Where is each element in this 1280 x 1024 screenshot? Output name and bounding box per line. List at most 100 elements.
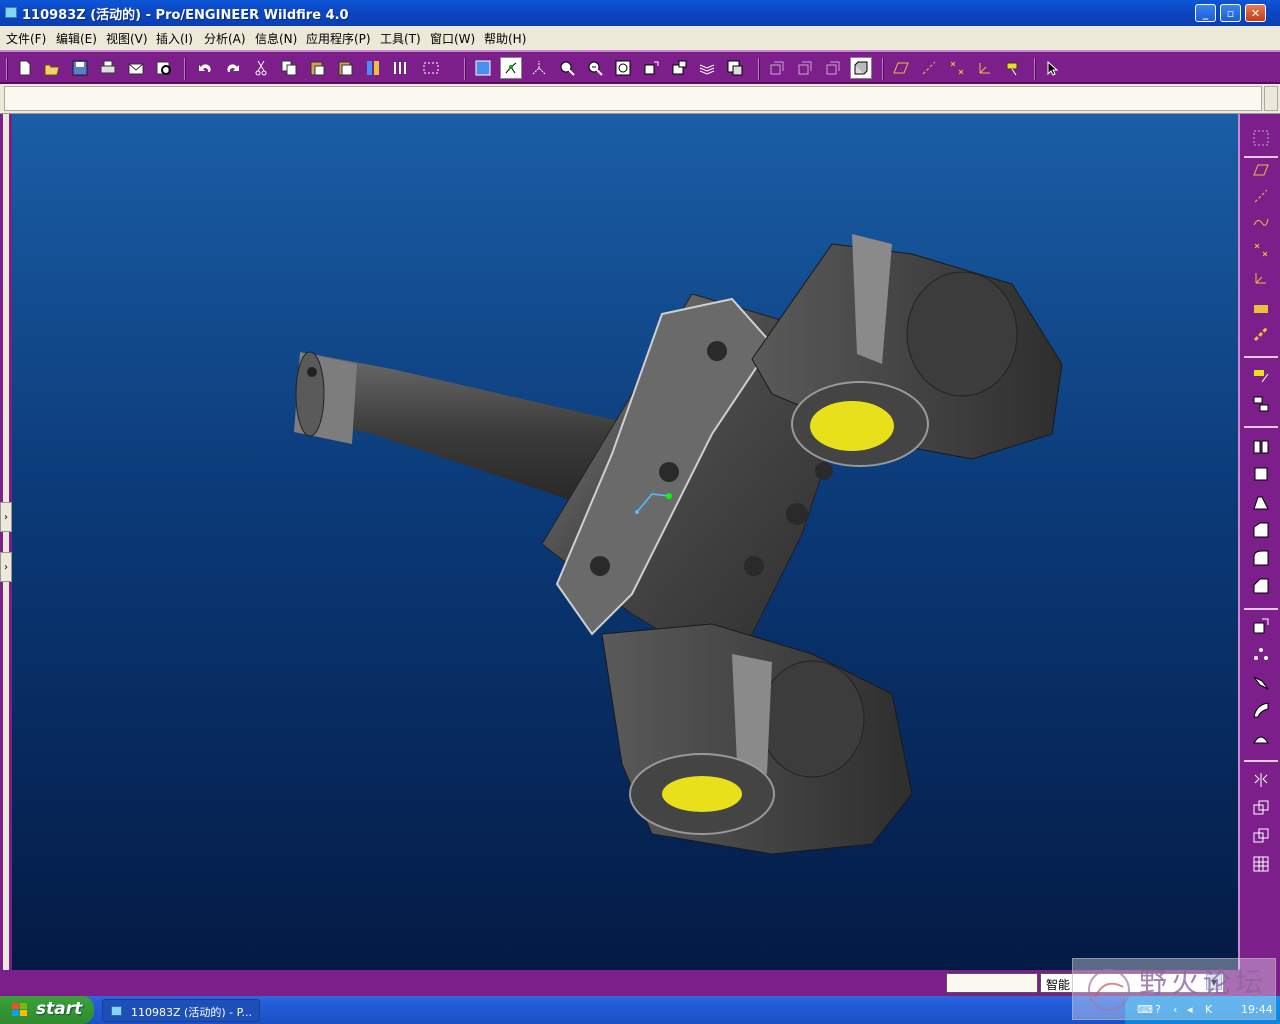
cut-icon[interactable] <box>250 57 272 79</box>
mirror-icon[interactable] <box>1248 392 1274 416</box>
manager-icon[interactable] <box>390 57 412 79</box>
select-box-icon[interactable] <box>420 57 442 79</box>
reorient-icon[interactable] <box>640 57 662 79</box>
close-button[interactable]: ✕ <box>1245 4 1266 22</box>
trim-icon[interactable] <box>1248 824 1274 848</box>
toolbar-separator <box>1244 356 1278 358</box>
datum-points-icon[interactable] <box>946 57 968 79</box>
draft-icon[interactable] <box>1248 670 1274 694</box>
merge-icon[interactable] <box>1248 796 1274 820</box>
expand-navigator-icon[interactable]: › <box>0 502 12 532</box>
toolbar-separator <box>184 58 186 80</box>
insert-feature-icon[interactable] <box>1248 322 1274 346</box>
wireframe-icon[interactable] <box>766 57 788 79</box>
print-icon[interactable] <box>97 57 119 79</box>
thicken-icon[interactable] <box>1248 852 1274 876</box>
variable-sweep-icon[interactable] <box>1248 490 1274 514</box>
datum-axes-icon[interactable] <box>918 57 940 79</box>
menu-bar: 文件(F) 编辑(E) 视图(V) 插入(I) 分析(A) 信息(N) 应用程序… <box>0 26 1280 50</box>
blend-icon[interactable] <box>1248 518 1274 542</box>
message-area <box>0 84 1280 114</box>
orient-icon[interactable] <box>528 57 550 79</box>
hidden-line-icon[interactable] <box>794 57 816 79</box>
watermark-text: 野火论坛 <box>1139 966 1268 999</box>
menu-file[interactable]: 文件(F) <box>6 30 46 47</box>
paste-special-icon[interactable] <box>334 57 356 79</box>
message-log[interactable] <box>4 86 1262 111</box>
maximize-button[interactable]: ▫ <box>1220 4 1241 22</box>
forum-watermark: 野火论坛 <box>1072 958 1276 1020</box>
window-title: 110983Z (活动的) - Pro/ENGINEER Wildfire 4.… <box>22 8 349 23</box>
title-bar: 110983Z (活动的) - Pro/ENGINEER Wildfire 4.… <box>0 0 1280 26</box>
datum-planes-icon[interactable] <box>890 57 912 79</box>
selection-filter-value: 智能 <box>1046 978 1071 992</box>
datum-csys-icon[interactable] <box>1248 266 1274 290</box>
context-help-icon[interactable] <box>1042 57 1064 79</box>
menu-applications[interactable]: 应用程序(P) <box>306 30 371 47</box>
start-button[interactable]: start <box>0 996 94 1024</box>
open-icon[interactable] <box>41 57 63 79</box>
main-toolbar <box>0 50 1280 84</box>
navigator-collapse-strip: › › <box>0 114 12 970</box>
saved-views-icon[interactable] <box>668 57 690 79</box>
menu-view[interactable]: 视图(V) <box>106 30 148 47</box>
taskbar-item-proe[interactable]: 110983Z (活动的) - P... <box>102 999 260 1022</box>
refit-icon[interactable] <box>612 57 634 79</box>
redo-icon[interactable] <box>222 57 244 79</box>
app-icon[interactable] <box>5 7 17 18</box>
preview-icon[interactable] <box>153 57 175 79</box>
send-icon[interactable] <box>125 57 147 79</box>
shading-icon[interactable] <box>850 57 872 79</box>
layers-icon[interactable] <box>696 57 718 79</box>
expand-browser-icon[interactable]: › <box>0 552 12 582</box>
spin-center-icon[interactable] <box>500 57 522 79</box>
message-scrollbar[interactable] <box>1264 86 1278 111</box>
new-icon[interactable] <box>14 57 36 79</box>
revolve-icon[interactable] <box>1248 462 1274 486</box>
menu-window[interactable]: 窗口(W) <box>430 30 475 47</box>
watermark-logo-icon <box>1088 969 1130 1011</box>
graphics-window[interactable] <box>12 114 1238 970</box>
no-hidden-icon[interactable] <box>822 57 844 79</box>
zoom-out-icon[interactable] <box>584 57 606 79</box>
status-field <box>946 973 1038 993</box>
toolbar-separator <box>758 58 760 80</box>
menu-analysis[interactable]: 分析(A) <box>204 30 246 47</box>
rib-icon[interactable] <box>1248 726 1274 750</box>
repaint-icon[interactable] <box>472 57 494 79</box>
datum-axis-icon[interactable] <box>1248 184 1274 208</box>
extrude-icon[interactable] <box>1248 434 1274 458</box>
datum-plane-icon[interactable] <box>1248 158 1274 182</box>
menu-help[interactable]: 帮助(H) <box>484 30 526 47</box>
view-manager-icon[interactable] <box>724 57 746 79</box>
datum-csys-icon[interactable] <box>974 57 996 79</box>
menu-info[interactable]: 信息(N) <box>255 30 297 47</box>
sketched-datum-icon[interactable] <box>1248 126 1274 150</box>
style-icon[interactable] <box>1248 546 1274 570</box>
boundary-blend-icon[interactable] <box>1248 574 1274 598</box>
menu-edit[interactable]: 编辑(E) <box>56 30 97 47</box>
feature-toolbar <box>1238 114 1280 970</box>
menu-tools[interactable]: 工具(T) <box>380 30 421 47</box>
copy-icon[interactable] <box>278 57 300 79</box>
analysis-icon[interactable] <box>1248 294 1274 318</box>
undo-icon[interactable] <box>194 57 216 79</box>
zoom-in-icon[interactable] <box>556 57 578 79</box>
annotation-icon[interactable] <box>1002 57 1024 79</box>
toolbar-separator <box>464 58 466 80</box>
minimize-button[interactable]: _ <box>1195 4 1216 22</box>
save-icon[interactable] <box>69 57 91 79</box>
datum-point-icon[interactable] <box>1248 238 1274 262</box>
windows-logo-icon <box>12 1003 27 1016</box>
pattern-icon[interactable] <box>1248 768 1274 792</box>
toolbar-separator <box>1244 426 1278 428</box>
toolbar-separator <box>1244 760 1278 762</box>
round-icon[interactable] <box>1248 614 1274 638</box>
regenerate-icon[interactable] <box>362 57 384 79</box>
sketch-icon[interactable] <box>1248 364 1274 388</box>
chamfer-icon[interactable] <box>1248 642 1274 666</box>
menu-insert[interactable]: 插入(I) <box>156 30 193 47</box>
shell-icon[interactable] <box>1248 698 1274 722</box>
datum-curve-icon[interactable] <box>1248 210 1274 234</box>
paste-icon[interactable] <box>306 57 328 79</box>
